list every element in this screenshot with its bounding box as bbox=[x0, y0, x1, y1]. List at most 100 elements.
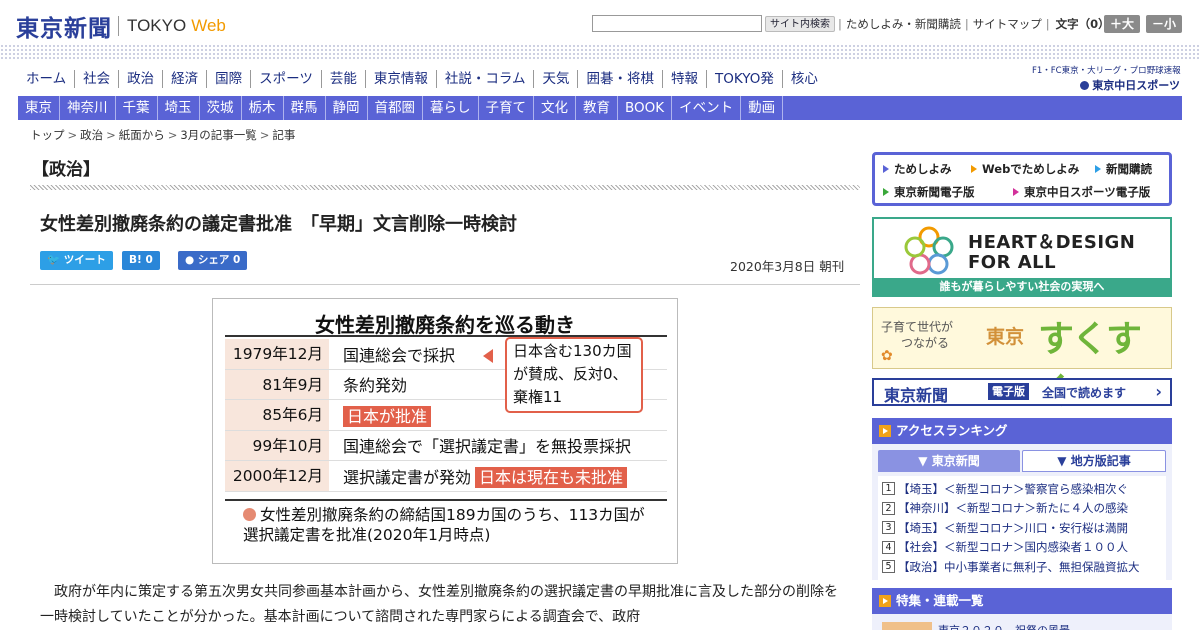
breadcrumb-from-paper[interactable]: 紙面から bbox=[119, 128, 165, 142]
util-link-sitemap[interactable]: サイトマップ bbox=[973, 16, 1042, 32]
triangle-icon bbox=[971, 165, 977, 173]
nav-society[interactable]: 社会 bbox=[75, 70, 120, 88]
region-parenting[interactable]: 子育て bbox=[479, 96, 534, 120]
nav-tokyo-info[interactable]: 東京情報 bbox=[366, 70, 437, 88]
quick-link-trial[interactable]: ためしよみ bbox=[883, 161, 952, 177]
site-header: 東京新聞 TOKYO Web サイト内検索 | ためしよみ・新聞購読 | サイト… bbox=[0, 0, 1200, 44]
ranking-item-text: 【政治】中小事業者に無利子、無担保融資拡大 bbox=[898, 559, 1140, 574]
timeline-event: 国連総会で「選択議定書」を無投票採択 bbox=[343, 437, 632, 457]
region-book[interactable]: BOOK bbox=[618, 96, 673, 120]
util-separator: | bbox=[1045, 17, 1050, 31]
publish-date: 2020年3月8日 朝刊 bbox=[730, 259, 845, 274]
special-teaser-thumbnail[interactable] bbox=[882, 622, 932, 630]
hatena-bookmark-button[interactable]: B! 0 bbox=[122, 251, 160, 270]
nav-special-report[interactable]: 特報 bbox=[663, 70, 707, 88]
e-edition-banner[interactable]: 東京新聞 電子版 全国で読めます › bbox=[872, 378, 1172, 406]
sukusuku-banner[interactable]: 子育て世代が つながる ✿ 東京 すくすく bbox=[872, 307, 1172, 412]
region-tochigi[interactable]: 栃木 bbox=[242, 96, 284, 120]
figure-callout: 日本含む130カ国が賛成、反対0、棄権11 bbox=[505, 337, 643, 413]
breadcrumb: トップ > 政治 > 紙面から >3月の記事一覧 > 記事 bbox=[30, 127, 295, 143]
region-event[interactable]: イベント bbox=[672, 96, 742, 120]
nav-editorial-column[interactable]: 社説・コラム bbox=[437, 70, 535, 88]
nav-kakushin[interactable]: 核心 bbox=[783, 70, 826, 88]
ranking-item[interactable]: 3 【埼玉】＜新型コロナ＞川口・安行桜は満開 bbox=[878, 518, 1166, 538]
triangle-icon bbox=[1095, 165, 1101, 173]
ranking-item[interactable]: 2 【神奈川】＜新型コロナ＞新たに４人の感染 bbox=[878, 499, 1166, 519]
region-culture[interactable]: 文化 bbox=[534, 96, 576, 120]
ranking-tab-local-label: 地方版記事 bbox=[1070, 454, 1131, 468]
region-ibaraki[interactable]: 茨城 bbox=[200, 96, 242, 120]
section-divider bbox=[30, 185, 860, 190]
timeline-year: 81年9月 bbox=[225, 369, 329, 399]
region-tokyo[interactable]: 東京 bbox=[18, 96, 60, 120]
quick-link-label: 東京中日スポーツ電子版 bbox=[1024, 185, 1151, 199]
tokyo-chunichi-sports-link[interactable]: F1・FC東京・大リーグ・プロ野球速報 東京中日スポーツ bbox=[1032, 64, 1181, 93]
timeline-event-text: 選択議定書が発効 bbox=[343, 467, 472, 487]
nav-tokyo-hatsu[interactable]: TOKYO発 bbox=[707, 70, 783, 88]
ranking-tab-local[interactable]: ▼ 地方版記事 bbox=[1022, 450, 1166, 472]
breadcrumb-march-list[interactable]: 3月の記事一覧 bbox=[180, 128, 256, 142]
rank-number: 4 bbox=[882, 540, 895, 554]
ranking-item-text: 【神奈川】＜新型コロナ＞新たに４人の感染 bbox=[898, 501, 1128, 516]
site-search-button[interactable]: サイト内検索 bbox=[765, 16, 835, 32]
quick-link-subscribe[interactable]: 新聞購読 bbox=[1095, 161, 1152, 177]
callout-pointer bbox=[483, 349, 493, 363]
site-logo[interactable]: 東京新聞 TOKYO Web bbox=[16, 9, 226, 43]
nav-politics[interactable]: 政治 bbox=[119, 70, 164, 88]
nav-weather[interactable]: 天気 bbox=[534, 70, 579, 88]
region-metro[interactable]: 首都圏 bbox=[368, 96, 423, 120]
nav-home[interactable]: ホーム bbox=[18, 70, 76, 88]
quick-link-e-edition[interactable]: 東京新聞電子版 bbox=[883, 184, 975, 200]
font-smaller-button[interactable]: －小 bbox=[1146, 15, 1182, 33]
triangle-icon bbox=[883, 165, 889, 173]
ranking-item[interactable]: 1 【埼玉】＜新型コロナ＞警察官ら感染相次ぐ bbox=[878, 479, 1166, 499]
region-kanagawa[interactable]: 神奈川 bbox=[60, 96, 116, 120]
region-living[interactable]: 暮らし bbox=[423, 96, 479, 120]
util-link-trial-subscribe[interactable]: ためしよみ・新聞購読 bbox=[846, 16, 961, 32]
ranking-item-text: 【埼玉】＜新型コロナ＞川口・安行桜は満開 bbox=[898, 520, 1128, 535]
breadcrumb-politics[interactable]: 政治 bbox=[80, 128, 103, 142]
nav-economy[interactable]: 経済 bbox=[163, 70, 208, 88]
utility-links: | ためしよみ・新聞購読 | サイトマップ | 文字（0） bbox=[834, 16, 1110, 32]
breadcrumb-article: 記事 bbox=[272, 128, 296, 142]
nav-sports[interactable]: スポーツ bbox=[251, 70, 322, 88]
ranking-tab-tokyo-label: 東京新聞 bbox=[931, 454, 980, 468]
facebook-share-button[interactable]: ● シェア 0 bbox=[178, 251, 248, 270]
breadcrumb-separator: > bbox=[167, 128, 178, 142]
breadcrumb-top[interactable]: トップ bbox=[30, 128, 65, 142]
arrow-box-icon bbox=[879, 425, 891, 437]
nav-international[interactable]: 国際 bbox=[207, 70, 252, 88]
site-search-input[interactable] bbox=[592, 15, 762, 32]
facebook-icon: ● bbox=[185, 254, 195, 266]
region-chiba[interactable]: 千葉 bbox=[116, 96, 158, 120]
bullet-dot-icon bbox=[243, 508, 256, 521]
figure-note: 女性差別撤廃条約の締結国189カ国のうち、113カ国が選択議定書を批准(2020… bbox=[243, 505, 653, 545]
timeline-highlight: 日本が批准 bbox=[343, 405, 432, 427]
quick-link-web-trial[interactable]: Webでためしよみ bbox=[971, 161, 1079, 177]
breadcrumb-separator: > bbox=[106, 128, 116, 142]
region-shizuoka[interactable]: 静岡 bbox=[326, 96, 368, 120]
special-features-title: 特集・連載一覧 bbox=[896, 593, 984, 608]
ranking-header: アクセスランキング bbox=[872, 418, 1172, 444]
quick-links-box: ためしよみ Webでためしよみ 新聞購読 東京新聞電子版 東京中日スポーツ電子版 bbox=[872, 152, 1172, 206]
region-saitama[interactable]: 埼玉 bbox=[158, 96, 200, 120]
ranking-item[interactable]: 4 【社会】＜新型コロナ＞国内感染者１００人 bbox=[878, 538, 1166, 558]
logo-web: Web bbox=[191, 16, 226, 35]
font-larger-button[interactable]: ＋大 bbox=[1104, 15, 1140, 33]
region-education[interactable]: 教育 bbox=[576, 96, 618, 120]
nav-entertainment[interactable]: 芸能 bbox=[322, 70, 366, 88]
facebook-share-label: シェア 0 bbox=[197, 254, 241, 266]
special-features-panel: 東京２０２０ 祝祭の風景 bbox=[872, 614, 1172, 630]
quick-link-label: ためしよみ bbox=[894, 162, 952, 176]
quick-link-sports-e-edition[interactable]: 東京中日スポーツ電子版 bbox=[1013, 184, 1150, 200]
tweet-button[interactable]: 🐦 ツイート bbox=[40, 251, 113, 270]
nav-go-shogi[interactable]: 囲碁・将棋 bbox=[578, 70, 663, 88]
region-video[interactable]: 動画 bbox=[741, 96, 784, 120]
ranking-item[interactable]: 5 【政治】中小事業者に無利子、無担保融資拡大 bbox=[878, 557, 1166, 577]
sukusuku-tagline-1: 子育て世代が bbox=[881, 320, 954, 334]
region-gunma[interactable]: 群馬 bbox=[284, 96, 326, 120]
heart-design-banner[interactable]: HEART＆DESIGN FOR ALL 誰もが暮らしやすい社会の実現へ bbox=[872, 217, 1172, 297]
special-teaser-text[interactable]: 東京２０２０ 祝祭の風景 bbox=[938, 622, 1070, 630]
e-edition-text: 全国で読めます bbox=[1042, 386, 1127, 400]
ranking-tab-tokyo[interactable]: ▼ 東京新聞 bbox=[878, 450, 1020, 472]
